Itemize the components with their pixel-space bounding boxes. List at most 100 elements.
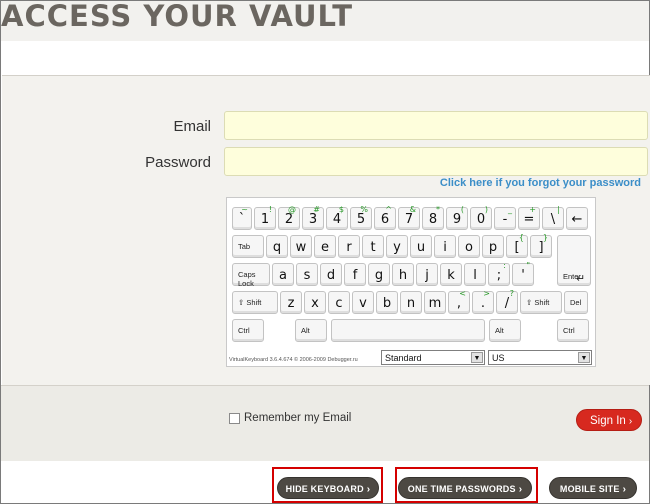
key-5[interactable]: 5% xyxy=(350,205,372,230)
key-3[interactable]: 3 # xyxy=(302,205,324,230)
key-0[interactable]: 0) xyxy=(470,205,492,230)
key-n[interactable]: n xyxy=(400,291,422,314)
key-x[interactable]: x xyxy=(304,291,326,314)
key-[[interactable]: [{ xyxy=(506,233,528,258)
keyboard-credit: VirtualKeyboard 3.6.4.674 © 2006-2009 De… xyxy=(229,357,358,363)
virtual-keyboard: VirtualKeyboard 3.6.4.674 © 2006-2009 De… xyxy=(226,197,596,367)
key-label: ' xyxy=(521,268,525,283)
key-p[interactable]: p xyxy=(482,235,504,258)
key-w[interactable]: w xyxy=(290,235,312,258)
key-g[interactable]: g xyxy=(368,263,390,286)
key-;[interactable]: ;: xyxy=(488,261,510,286)
key-/[interactable]: /? xyxy=(496,289,518,314)
key-z[interactable]: z xyxy=(280,291,302,314)
key-shift-label: > xyxy=(483,289,490,298)
key-k[interactable]: k xyxy=(440,263,462,286)
key-e[interactable]: e xyxy=(314,235,336,258)
key-label: , xyxy=(456,296,462,311)
key-m[interactable]: m xyxy=(424,291,446,314)
key-ctrl[interactable]: Ctrl xyxy=(557,319,589,342)
key-shift-label: % xyxy=(360,205,368,214)
key-f[interactable]: f xyxy=(344,263,366,286)
key-label: u xyxy=(416,240,426,255)
key-shift-label: ) xyxy=(484,205,488,214)
key-`[interactable]: ` ~ xyxy=(232,205,252,230)
key-q[interactable]: q xyxy=(266,235,288,258)
key-][interactable]: ]} xyxy=(530,233,552,258)
key-a[interactable]: a xyxy=(272,263,294,286)
key-j[interactable]: j xyxy=(416,263,438,286)
key-label: Del xyxy=(570,298,582,307)
key-ctrl[interactable]: Ctrl xyxy=(232,319,264,342)
key-label: f xyxy=(352,268,358,283)
key-.[interactable]: . > xyxy=(472,289,494,314)
key-d[interactable]: d xyxy=(320,263,342,286)
key-label: a xyxy=(279,268,287,283)
chevron-right-icon: › xyxy=(518,484,523,495)
password-label: Password xyxy=(145,154,211,171)
sign-in-button[interactable]: Sign In › xyxy=(576,409,642,431)
key-shift-label: } xyxy=(542,233,548,242)
key-6[interactable]: 6 ^ xyxy=(374,205,396,230)
key-label: = xyxy=(523,212,535,227)
key-label: 6 xyxy=(380,212,390,227)
key-label: 7 xyxy=(404,212,414,227)
hide-keyboard-button[interactable]: HIDE KEYBOARD › xyxy=(277,477,379,499)
enter-icon: ↵ xyxy=(576,273,586,285)
key-,[interactable]: , < xyxy=(448,289,470,314)
key-shift-label: ? xyxy=(509,289,514,298)
key-7[interactable]: 7 & xyxy=(398,205,420,230)
email-field[interactable] xyxy=(224,111,648,140)
key-v[interactable]: v xyxy=(352,291,374,314)
keyboard-layout-select[interactable]: Standard ▼ xyxy=(381,350,485,365)
key-t[interactable]: t xyxy=(362,235,384,258)
key-2[interactable]: 2 @ xyxy=(278,205,300,230)
key-o[interactable]: o xyxy=(458,235,480,258)
one-time-passwords-button[interactable]: ONE TIME PASSWORDS › xyxy=(398,477,532,499)
key-l[interactable]: l xyxy=(464,263,486,286)
key-space[interactable] xyxy=(331,319,485,342)
key-label: Ctrl xyxy=(563,326,575,335)
key-del[interactable]: Del xyxy=(564,291,588,314)
key-shift[interactable]: ⇧ Shift xyxy=(520,291,562,314)
key-enter[interactable]: Enter ↵ xyxy=(557,235,591,286)
one-time-passwords-label: ONE TIME PASSWORDS xyxy=(407,484,516,494)
forgot-password-link[interactable]: Click here if you forgot your password xyxy=(440,177,641,189)
hide-keyboard-label: HIDE KEYBOARD xyxy=(285,484,364,494)
remember-email-checkbox[interactable] xyxy=(229,413,240,424)
key-alt[interactable]: Alt xyxy=(295,319,327,342)
key-u[interactable]: u xyxy=(410,235,432,258)
key-y[interactable]: y xyxy=(386,235,408,258)
key-r[interactable]: r xyxy=(338,235,360,258)
keyboard-language-select[interactable]: US ▼ xyxy=(488,350,592,365)
key-4[interactable]: 4 $ xyxy=(326,205,348,230)
key-label: ` xyxy=(238,212,246,227)
key-'[interactable]: ' " xyxy=(512,261,534,286)
key-shift[interactable]: ⇧ Shift xyxy=(232,291,278,314)
key-c[interactable]: c xyxy=(328,291,350,314)
key-h[interactable]: h xyxy=(392,263,414,286)
key-s[interactable]: s xyxy=(296,263,318,286)
key-alt[interactable]: Alt xyxy=(489,319,521,342)
key-i[interactable]: i xyxy=(434,235,456,258)
password-field[interactable] xyxy=(224,147,648,176)
key-b[interactable]: b xyxy=(376,291,398,314)
key-backspace[interactable]: ← xyxy=(566,207,588,230)
key-tab[interactable]: Tab xyxy=(232,235,264,258)
key-=[interactable]: = + xyxy=(518,205,540,230)
key-shift-label: _ xyxy=(508,205,512,214)
key-shift-label: " xyxy=(526,261,530,270)
key-label: ⇧ Shift xyxy=(526,298,550,307)
mobile-site-button[interactable]: MOBILE SITE › xyxy=(549,477,637,499)
key-\[interactable]: \ | xyxy=(542,205,564,230)
keyboard-layout-value: Standard xyxy=(385,353,422,363)
key-shift-label: # xyxy=(313,205,320,214)
keyboard-language-value: US xyxy=(492,353,505,363)
key--[interactable]: - _ xyxy=(494,205,516,230)
key-9[interactable]: 9( xyxy=(446,205,468,230)
key-1[interactable]: 1! xyxy=(254,205,276,230)
key-capslock[interactable]: Caps Lock xyxy=(232,263,270,288)
key-8[interactable]: 8 * xyxy=(422,205,444,230)
title-strip: ACCESS YOUR VAULT xyxy=(1,0,649,41)
key-label: o xyxy=(465,240,473,255)
